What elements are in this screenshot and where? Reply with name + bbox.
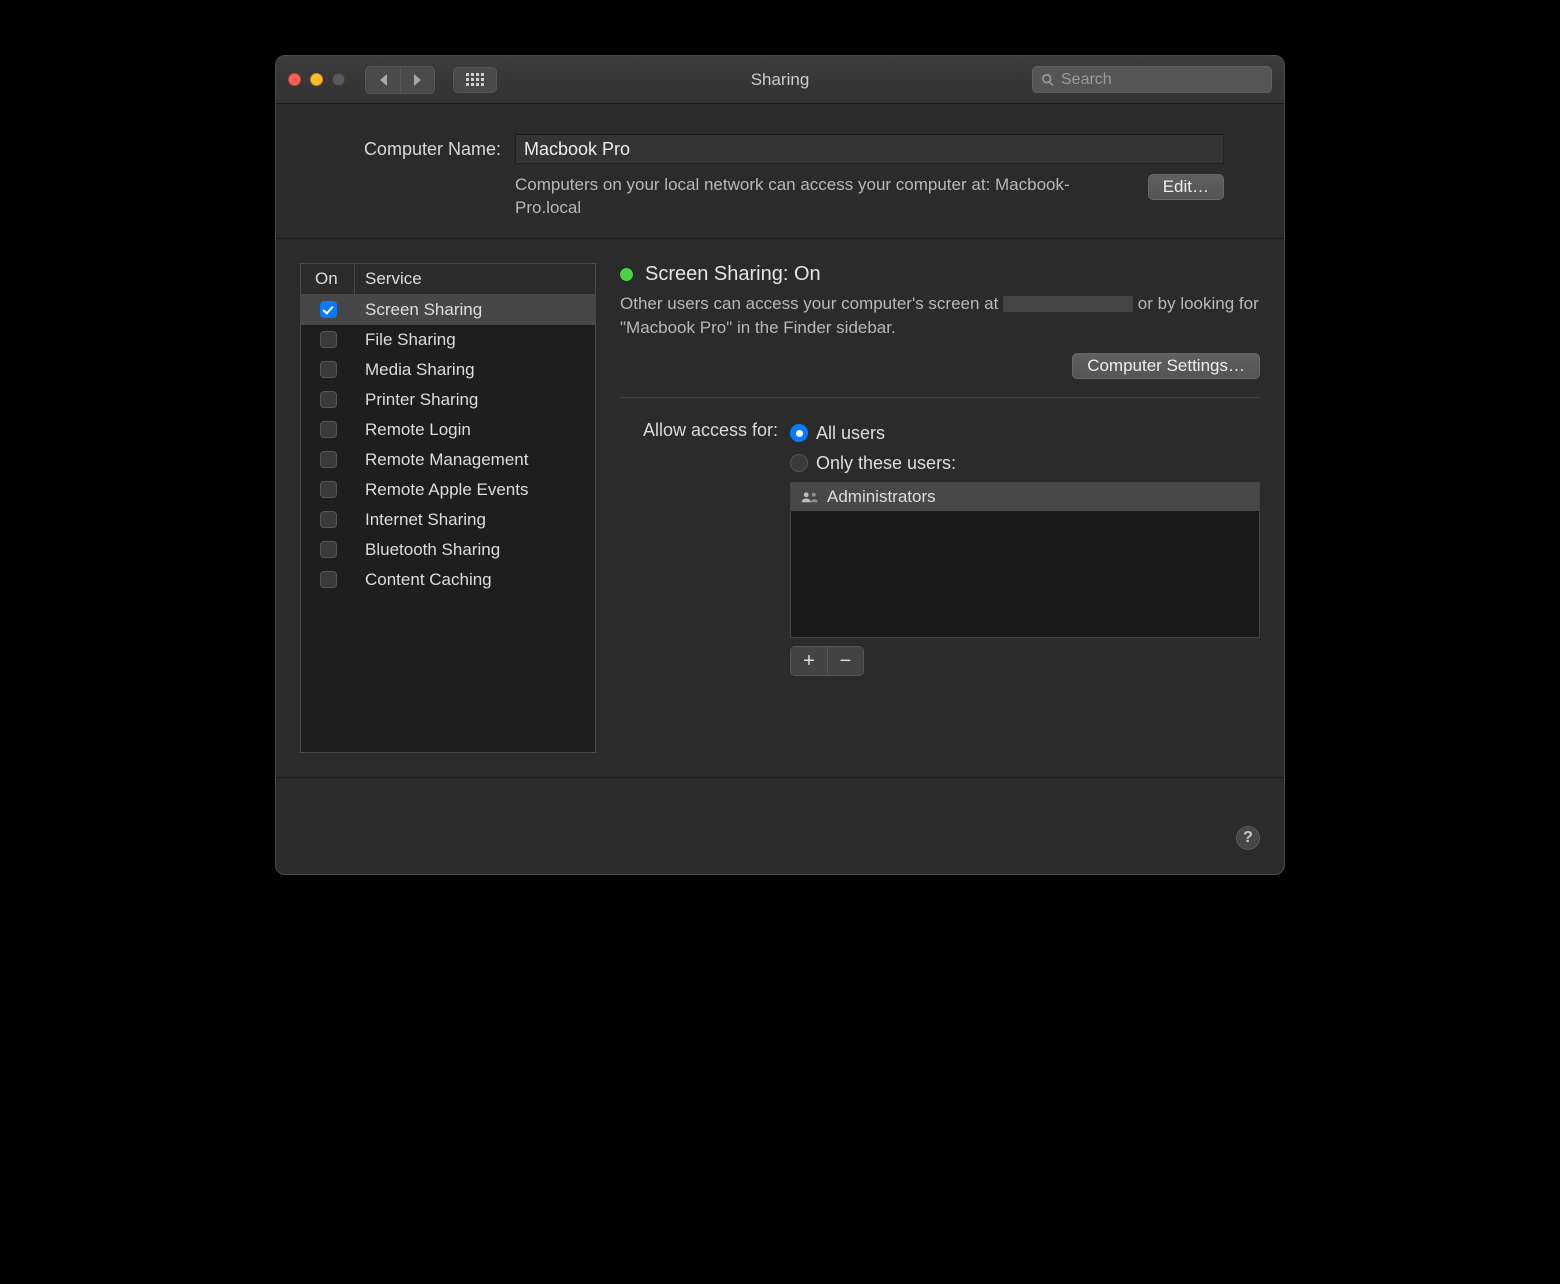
service-name: Content Caching	[355, 570, 595, 590]
service-name: Remote Management	[355, 450, 595, 470]
service-name: Internet Sharing	[355, 510, 595, 530]
service-checkbox[interactable]	[320, 361, 337, 378]
service-row[interactable]: Screen Sharing	[301, 295, 595, 325]
user-name: Administrators	[827, 487, 936, 507]
zoom-window-button[interactable]	[332, 73, 345, 86]
radio-only-label: Only these users:	[816, 453, 956, 474]
toolbar: Sharing	[276, 56, 1284, 104]
service-checkbox-cell	[301, 331, 355, 348]
radio-icon	[790, 454, 808, 472]
service-name: Remote Apple Events	[355, 480, 595, 500]
status-desc-before: Other users can access your computer's s…	[620, 294, 1003, 313]
service-checkbox-cell	[301, 451, 355, 468]
minimize-window-button[interactable]	[310, 73, 323, 86]
service-name: Printer Sharing	[355, 390, 595, 410]
service-checkbox-cell	[301, 421, 355, 438]
add-user-button[interactable]: +	[791, 647, 827, 675]
edit-hostname-button[interactable]: Edit…	[1148, 174, 1224, 200]
service-checkbox-cell	[301, 361, 355, 378]
service-checkbox-cell	[301, 541, 355, 558]
service-row[interactable]: Media Sharing	[301, 355, 595, 385]
service-row[interactable]: Internet Sharing	[301, 505, 595, 535]
back-button[interactable]	[366, 67, 400, 93]
service-checkbox[interactable]	[320, 511, 337, 528]
computer-name-label: Computer Name:	[336, 139, 501, 160]
search-field-wrap[interactable]	[1032, 66, 1272, 93]
status-title: Screen Sharing: On	[645, 263, 821, 286]
service-checkbox[interactable]	[320, 571, 337, 588]
user-add-remove: + −	[790, 646, 864, 676]
service-row[interactable]: Remote Login	[301, 415, 595, 445]
service-checkbox[interactable]	[320, 331, 337, 348]
service-rows: Screen Sharing File Sharing Media Sharing P…	[301, 295, 595, 752]
radio-all-users-label: All users	[816, 423, 885, 444]
service-name: Remote Login	[355, 420, 595, 440]
service-checkbox[interactable]	[320, 391, 337, 408]
service-name: File Sharing	[355, 330, 595, 350]
computer-name-input[interactable]	[515, 134, 1224, 164]
service-row[interactable]: Bluetooth Sharing	[301, 535, 595, 565]
radio-only-these-users[interactable]: Only these users:	[790, 448, 1260, 478]
computer-name-section: Computer Name: Computers on your local n…	[276, 104, 1284, 239]
window-controls	[288, 73, 345, 86]
user-row[interactable]: Administrators	[791, 483, 1259, 511]
status-description: Other users can access your computer's s…	[620, 292, 1260, 340]
service-row[interactable]: Printer Sharing	[301, 385, 595, 415]
redacted-address	[1003, 296, 1133, 312]
user-list[interactable]: Administrators	[790, 482, 1260, 638]
service-checkbox-cell	[301, 571, 355, 588]
service-checkbox[interactable]	[320, 301, 337, 318]
preferences-window: Sharing Computer Name: Computers on your…	[275, 55, 1285, 875]
search-input[interactable]	[1061, 71, 1268, 89]
service-row[interactable]: Remote Management	[301, 445, 595, 475]
computer-settings-button[interactable]: Computer Settings…	[1072, 353, 1260, 379]
radio-all-users[interactable]: All users	[790, 418, 1260, 448]
service-header-on: On	[301, 264, 355, 294]
service-name: Screen Sharing	[355, 300, 595, 320]
grid-icon	[466, 73, 484, 86]
service-checkbox[interactable]	[320, 421, 337, 438]
service-row[interactable]: Content Caching	[301, 565, 595, 595]
service-row[interactable]: Remote Apple Events	[301, 475, 595, 505]
main-content: On Service Screen Sharing File Sharing Med…	[276, 239, 1284, 778]
service-row[interactable]: File Sharing	[301, 325, 595, 355]
computer-name-description: Computers on your local network can acce…	[515, 174, 1134, 220]
service-checkbox[interactable]	[320, 451, 337, 468]
service-checkbox-cell	[301, 301, 355, 318]
search-icon	[1041, 73, 1055, 87]
nav-group	[365, 66, 435, 94]
close-window-button[interactable]	[288, 73, 301, 86]
service-header-service: Service	[355, 264, 595, 294]
remove-user-button[interactable]: −	[827, 647, 863, 675]
service-checkbox[interactable]	[320, 541, 337, 558]
service-name: Media Sharing	[355, 360, 595, 380]
radio-icon	[790, 424, 808, 442]
footer: ?	[276, 778, 1284, 874]
allow-access-label: Allow access for:	[620, 418, 778, 441]
service-list-header: On Service	[301, 264, 595, 295]
forward-button[interactable]	[400, 67, 434, 93]
service-checkbox[interactable]	[320, 481, 337, 498]
help-button[interactable]: ?	[1236, 826, 1260, 850]
service-list: On Service Screen Sharing File Sharing Med…	[300, 263, 596, 753]
service-checkbox-cell	[301, 391, 355, 408]
access-options: All users Only these users:	[790, 418, 1260, 676]
users-icon	[801, 490, 819, 504]
service-checkbox-cell	[301, 511, 355, 528]
show-all-button[interactable]	[453, 67, 497, 93]
service-detail: Screen Sharing: On Other users can acces…	[620, 263, 1260, 753]
service-name: Bluetooth Sharing	[355, 540, 595, 560]
status-indicator-icon	[620, 268, 633, 281]
service-checkbox-cell	[301, 481, 355, 498]
